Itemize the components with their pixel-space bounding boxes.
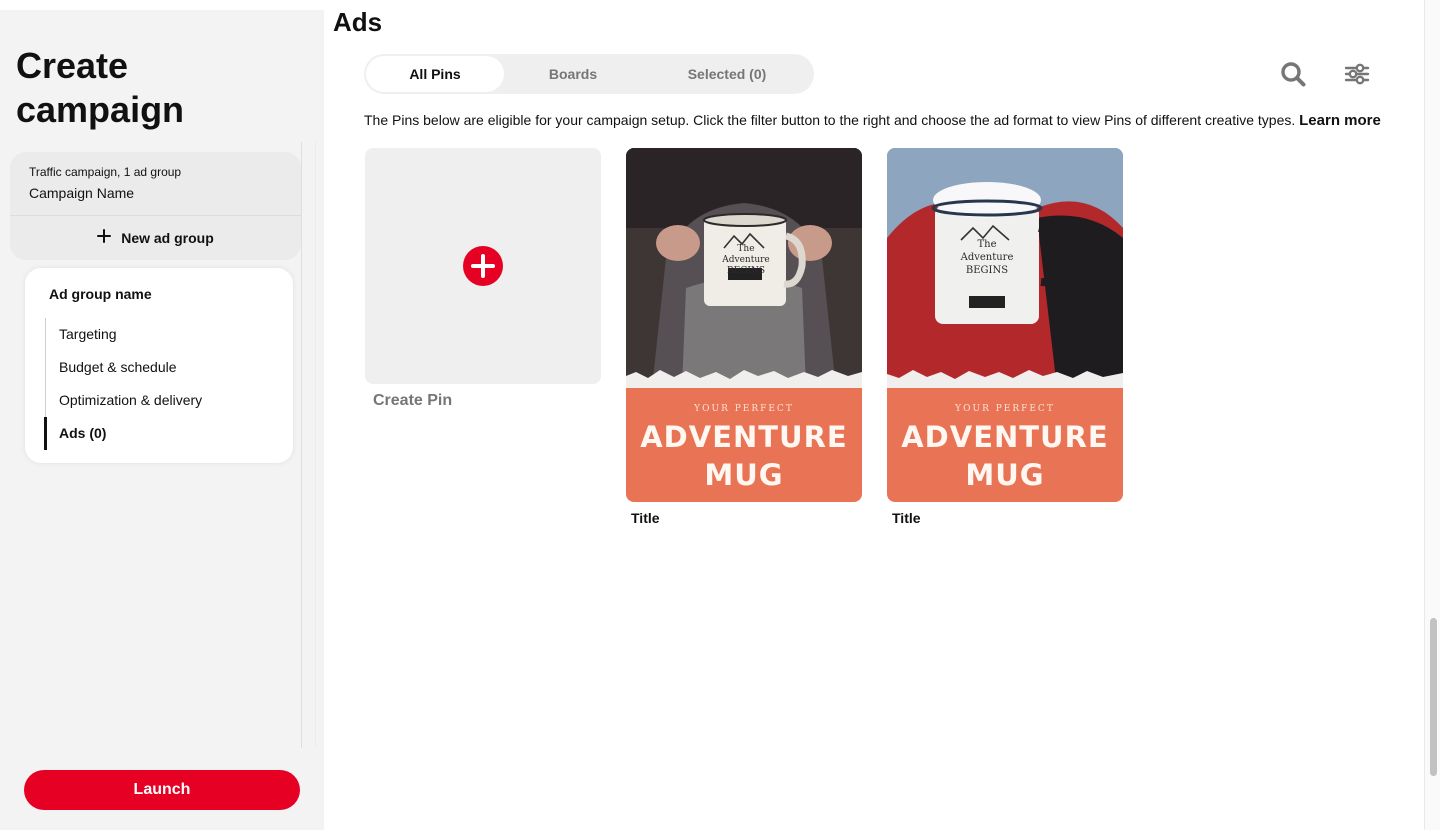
sidebar: Create campaign Traffic campaign, 1 ad g… (0, 10, 324, 830)
mug-print: The Adventure BEGINS (722, 244, 770, 276)
pin-kicker: YOUR PERFECT (955, 404, 1055, 414)
launch-button[interactable]: Launch (24, 770, 300, 810)
sidebar-title-text: Create campaign (16, 45, 185, 130)
pin-headline-line-2: MUG (704, 458, 784, 492)
pin-title: Title (631, 510, 660, 526)
pin-card[interactable]: The Adventure BEGINS YOUR PERFECT ADVENT… (626, 148, 862, 502)
learn-more-link[interactable]: Learn more (1299, 112, 1381, 129)
eligibility-description: The Pins below are eligible for your cam… (364, 110, 1381, 131)
plus-icon (97, 227, 112, 247)
campaign-type: Traffic campaign, 1 ad group (29, 165, 182, 179)
nav-item-ads[interactable]: Ads (0) (44, 417, 275, 450)
nav-item-budget-schedule[interactable]: Budget & schedule (46, 351, 275, 384)
add-circle-icon (463, 246, 503, 286)
sidebar-title: Create campaign (16, 44, 276, 132)
tab-selected[interactable]: Selected (0) (642, 56, 812, 92)
pin-card[interactable]: The Adventure BEGINS YOUR PERFECT ADVENT… (887, 148, 1123, 502)
pin-title: Title (892, 510, 921, 526)
page-title: Ads (333, 7, 383, 37)
description-text: The Pins below are eligible for your cam… (364, 112, 1296, 128)
tab-all-pins[interactable]: All Pins (366, 56, 504, 92)
pin-headline: ADVENTURE MUG (887, 418, 1123, 494)
pin-headline: ADVENTURE MUG (626, 418, 862, 494)
pin-headline-line-1: ADVENTURE (640, 420, 848, 454)
filter-sliders-icon (1344, 63, 1370, 85)
create-pin-tile[interactable] (365, 148, 601, 384)
search-button[interactable] (1275, 56, 1311, 92)
filter-button[interactable] (1339, 56, 1375, 92)
pin-headline-line-1: ADVENTURE (901, 420, 1109, 454)
ad-group-card: Ad group name Targeting Budget & schedul… (25, 268, 293, 463)
ad-group-name[interactable]: Ad group name (49, 286, 152, 302)
mug-print: The Adventure BEGINS (960, 239, 1014, 276)
pin-headline-line-2: MUG (965, 458, 1045, 492)
campaign-card: Traffic campaign, 1 ad group Campaign Na… (10, 152, 301, 260)
ad-group-nav: Targeting Budget & schedule Optimization… (44, 318, 275, 450)
create-pin-label: Create Pin (373, 392, 453, 409)
pin-source-tabs: All Pins Boards Selected (0) (364, 54, 814, 94)
page-scrollbar[interactable] (1424, 0, 1440, 830)
scrollbar-thumb[interactable] (1430, 618, 1437, 776)
search-icon (1281, 62, 1306, 87)
campaign-summary[interactable]: Traffic campaign, 1 ad group Campaign Na… (10, 152, 301, 216)
nav-item-optimization-delivery[interactable]: Optimization & delivery (46, 384, 275, 417)
tab-boards[interactable]: Boards (504, 56, 642, 92)
nav-item-targeting[interactable]: Targeting (46, 318, 275, 351)
pin-kicker: YOUR PERFECT (694, 404, 794, 414)
campaign-name: Campaign Name (29, 185, 135, 201)
new-ad-group-button[interactable]: New ad group (10, 216, 301, 260)
sidebar-divider (301, 142, 316, 748)
new-ad-group-label: New ad group (121, 230, 214, 246)
